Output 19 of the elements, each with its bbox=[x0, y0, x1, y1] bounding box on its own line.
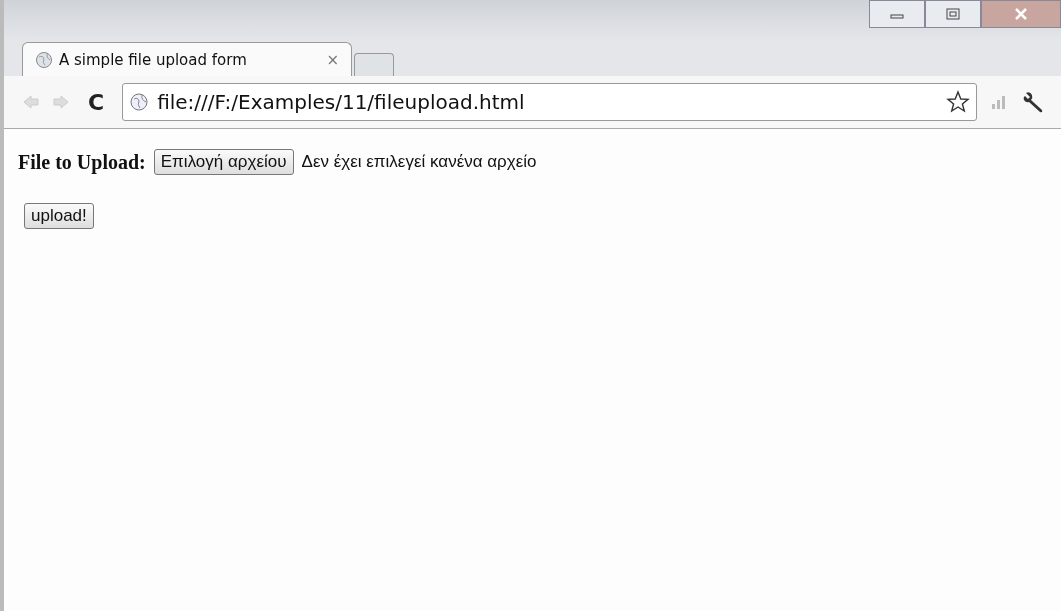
globe-icon bbox=[35, 50, 53, 69]
new-tab-button[interactable] bbox=[354, 53, 394, 76]
file-status-text: Δεν έχει επιλεγεί κανένα αρχείο bbox=[301, 152, 537, 172]
tab-title: A simple file upload form bbox=[59, 50, 248, 69]
url-text: file:///F:/Examples/11/fileupload.html bbox=[157, 90, 526, 114]
maximize-button[interactable] bbox=[925, 0, 981, 28]
tab-close-button[interactable]: × bbox=[326, 50, 339, 69]
upload-button[interactable]: upload! bbox=[24, 203, 94, 229]
minimize-button[interactable] bbox=[869, 0, 925, 28]
reload-button[interactable]: C bbox=[82, 89, 111, 115]
page-icon bbox=[129, 92, 150, 112]
close-button[interactable] bbox=[981, 0, 1061, 28]
choose-file-button[interactable]: Επιλογή αρχείου bbox=[153, 149, 294, 175]
field-label: File to Upload: bbox=[18, 150, 146, 174]
browser-tab[interactable]: A simple file upload form × bbox=[22, 42, 352, 76]
maximize-icon bbox=[946, 8, 960, 20]
star-icon[interactable] bbox=[946, 90, 970, 114]
address-bar[interactable]: file:///F:/Examples/11/fileupload.html bbox=[122, 83, 977, 121]
close-icon bbox=[1013, 8, 1029, 20]
